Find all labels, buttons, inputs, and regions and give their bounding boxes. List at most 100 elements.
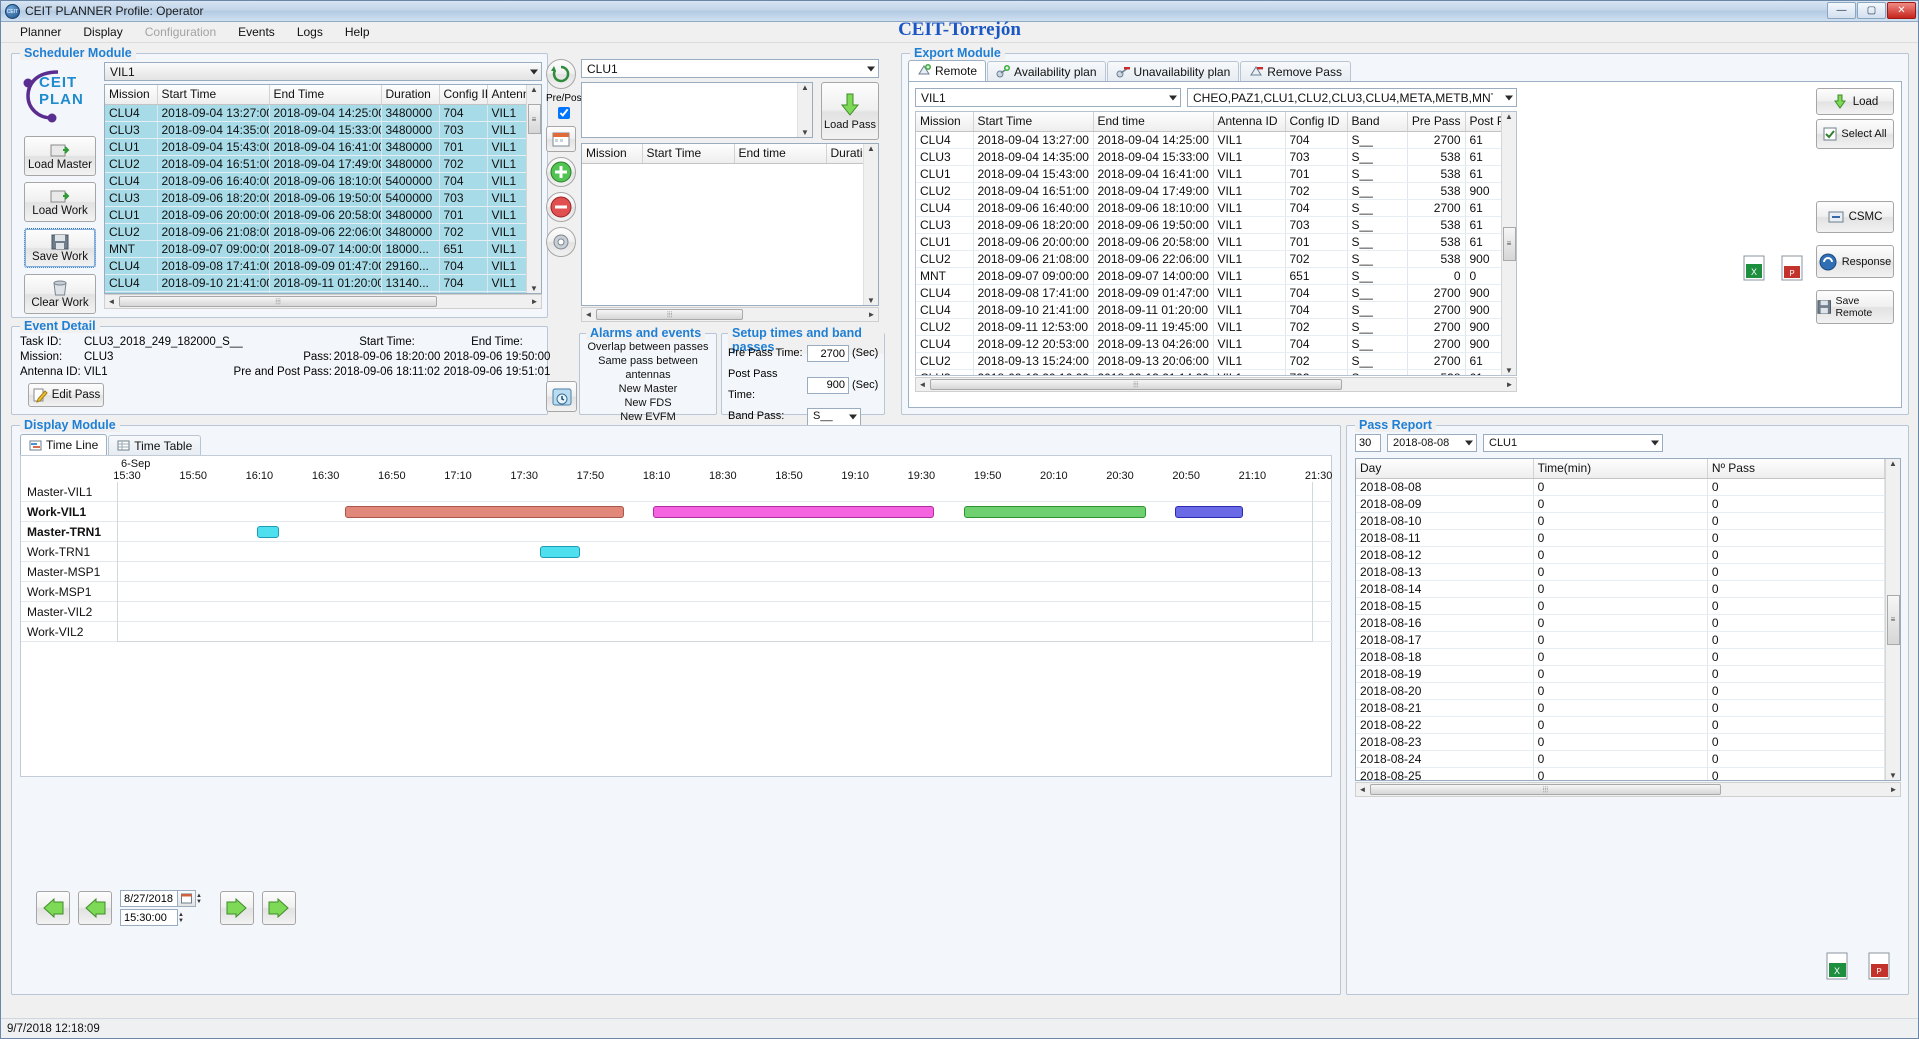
pass-report-mission-combo[interactable]: CLU1 [1483,434,1663,452]
export-missions-combo[interactable]: CHEO,PAZ1,CLU1,CLU2,CLU3,CLU4,META,METB,… [1187,88,1517,107]
alarm-item-0[interactable]: Overlap between passes [580,340,716,354]
table-row[interactable]: 2018-08-17 0 0 [1356,631,1885,649]
history-button[interactable] [546,381,577,412]
table-row[interactable]: CLU3 2018-09-04 14:35:00 2018-09-04 15:33:… [916,148,1501,166]
pass-report-days-input[interactable] [1355,434,1381,452]
pass-bar-trn-b[interactable] [540,546,580,558]
alarm-item-1[interactable]: Same pass between antennas [580,354,716,382]
date-spinner[interactable]: ▲ ▼ [196,890,206,907]
table-row[interactable]: 2018-08-10 0 0 [1356,512,1885,530]
tab-remove-pass[interactable]: Remove Pass [1240,61,1351,81]
table-row[interactable]: 2018-08-20 0 0 [1356,682,1885,700]
load-work-button[interactable]: Load Work [24,182,96,222]
tab-time-table[interactable]: Time Table [108,435,202,455]
table-row[interactable]: 2018-08-18 0 0 [1356,648,1885,666]
table-row[interactable]: 2018-08-13 0 0 [1356,563,1885,581]
scroll-left-arrow[interactable]: ◄ [1356,785,1369,794]
table-row[interactable]: MNT 2018-09-07 09:00:00 2018-09-07 14:00:0… [105,240,526,258]
nav-last-button[interactable] [262,891,296,925]
table-row[interactable]: CLU2 2018-09-13 15:24:00 2018-09-13 20:06:… [916,352,1501,370]
csmc-button[interactable]: CSMC [1816,201,1894,233]
col-mission[interactable]: Mission [916,112,974,132]
pass-file-list[interactable]: ▲ ▼ [581,82,813,138]
table-row[interactable]: CLU2 2018-09-04 16:51:00 2018-09-04 17:49:… [916,182,1501,200]
alarm-item-2[interactable]: New Master [580,382,716,396]
pass-mission-combo[interactable]: CLU1 [581,59,879,78]
col-post-pass[interactable]: Post P [1465,112,1501,132]
table-row[interactable]: CLU4 2018-09-10 21:41:00 2018-09-11 01:20:… [916,301,1501,319]
table-row[interactable]: CLU4 2018-09-08 17:41:00 2018-09-09 01:47:… [916,284,1501,302]
table-row[interactable]: CLU1 2018-09-06 20:00:00 2018-09-06 20:58:… [105,206,526,224]
scroll-right-arrow[interactable]: ► [528,297,541,306]
nav-first-button[interactable] [36,891,70,925]
export-antenna-combo[interactable]: VIL1 [915,88,1181,107]
menu-display[interactable]: Display [72,23,133,41]
col-start-time[interactable]: Start Time [157,85,270,105]
scroll-right-arrow[interactable]: ► [865,310,878,319]
table-row[interactable]: CLU2 2018-09-06 21:08:00 2018-09-06 22:06:… [105,223,526,241]
load-pass-button[interactable]: Load Pass [821,82,879,140]
table-row[interactable]: 2018-08-09 0 0 [1356,495,1885,513]
pass-report-pdf-button[interactable]: P [1864,951,1894,984]
pass-preview-hscrollbar[interactable]: ◄ ⦙⦙⦙ ► [581,307,879,322]
pass-report-date-combo[interactable]: 2018-08-08 [1387,434,1477,452]
table-row[interactable]: CLU3 2018-09-04 14:35:00 2018-09-04 15:33:… [105,121,526,139]
save-remote-button[interactable]: Save Remote [1816,290,1894,324]
col-config-id[interactable]: Config ID [439,85,488,105]
nav-prev-button[interactable] [78,891,112,925]
export-vscrollbar[interactable]: ▲ ≡ ▼ [1501,112,1516,375]
pass-bar-clu3[interactable] [653,506,934,518]
table-row[interactable]: 2018-08-12 0 0 [1356,546,1885,564]
menu-logs[interactable]: Logs [286,23,334,41]
select-all-button[interactable]: Select All [1816,119,1894,149]
scheduler-antenna-combo[interactable]: VIL1 [104,62,542,81]
band-pass-combo[interactable]: S__ [807,407,861,426]
col-end-time[interactable]: End Time [269,85,382,105]
remove-pass-button[interactable] [546,192,576,222]
export-pdf-button[interactable]: P [1778,254,1806,285]
col-duration[interactable]: Duration [826,144,863,164]
export-load-button[interactable]: Load [1816,88,1894,115]
table-row[interactable]: CLU1 2018-09-04 15:43:00 2018-09-04 16:41:… [916,165,1501,183]
table-row[interactable]: 2018-08-11 0 0 [1356,529,1885,547]
table-row[interactable]: CLU2 2018-09-06 21:08:00 2018-09-06 22:06:… [916,250,1501,268]
scroll-left-arrow[interactable]: ◄ [582,310,595,319]
table-row[interactable]: 2018-08-23 0 0 [1356,733,1885,751]
time-spinner[interactable]: ▲ ▼ [178,909,188,926]
maximize-button[interactable]: ▢ [1857,2,1886,19]
table-row[interactable]: CLU4 2018-09-12 20:53:00 2018-09-13 04:26:… [916,335,1501,353]
col-config-id[interactable]: Config ID [1285,112,1348,132]
menu-help[interactable]: Help [334,23,381,41]
table-row[interactable]: CLU32018-09-13 20:16:002018-09-13 21:14:… [916,369,1501,375]
table-row[interactable]: CLU4 2018-09-06 16:40:00 2018-09-06 18:10:… [916,199,1501,217]
table-row[interactable]: 2018-08-16 0 0 [1356,614,1885,632]
alarm-item-4[interactable]: New EVFM [580,410,716,424]
scroll-left-arrow[interactable]: ◄ [105,297,118,306]
col-duration[interactable]: Duration [381,85,440,105]
col-end-time[interactable]: End time [734,144,827,164]
settings-button[interactable] [546,227,576,257]
col-antenna-id[interactable]: Antenna ID [1213,112,1286,132]
table-row[interactable]: CLU4 2018-09-04 13:27:00 2018-09-04 14:25:… [105,104,526,122]
scroll-right-arrow[interactable]: ► [1887,785,1900,794]
close-button[interactable]: ✕ [1887,2,1916,19]
export-xls-button[interactable]: X [1740,254,1768,285]
timeline-date-input[interactable] [120,890,178,907]
scheduler-vscrollbar[interactable]: ▲ ≡ ▼ [526,85,541,293]
clear-work-button[interactable]: Clear Work [24,274,96,314]
response-button[interactable]: Response [1816,245,1894,278]
table-row[interactable]: 2018-08-21 0 0 [1356,699,1885,717]
add-pass-button[interactable] [546,157,576,187]
scheduler-hscrollbar[interactable]: ◄ ⦙⦙⦙ ► [104,294,542,309]
scroll-right-arrow[interactable]: ► [1503,380,1516,389]
post-pass-time-input[interactable] [807,376,849,394]
tab-remote[interactable]: Remote [908,60,987,81]
table-row[interactable]: CLU3 2018-09-06 18:20:00 2018-09-06 19:50:… [916,216,1501,234]
col-day[interactable]: Day [1356,459,1534,479]
table-row[interactable]: CLU22018-09-11 12:53:002018-09-11 19:45:… [916,318,1501,336]
table-row[interactable]: CLU3 2018-09-06 18:20:00 2018-09-06 19:50:… [105,189,526,207]
menu-events[interactable]: Events [227,23,286,41]
table-row[interactable]: 2018-08-22 0 0 [1356,716,1885,734]
table-row[interactable]: CLU4 2018-09-08 17:41:00 2018-09-09 01:47:… [105,257,526,275]
load-master-button[interactable]: Load Master [24,136,96,176]
